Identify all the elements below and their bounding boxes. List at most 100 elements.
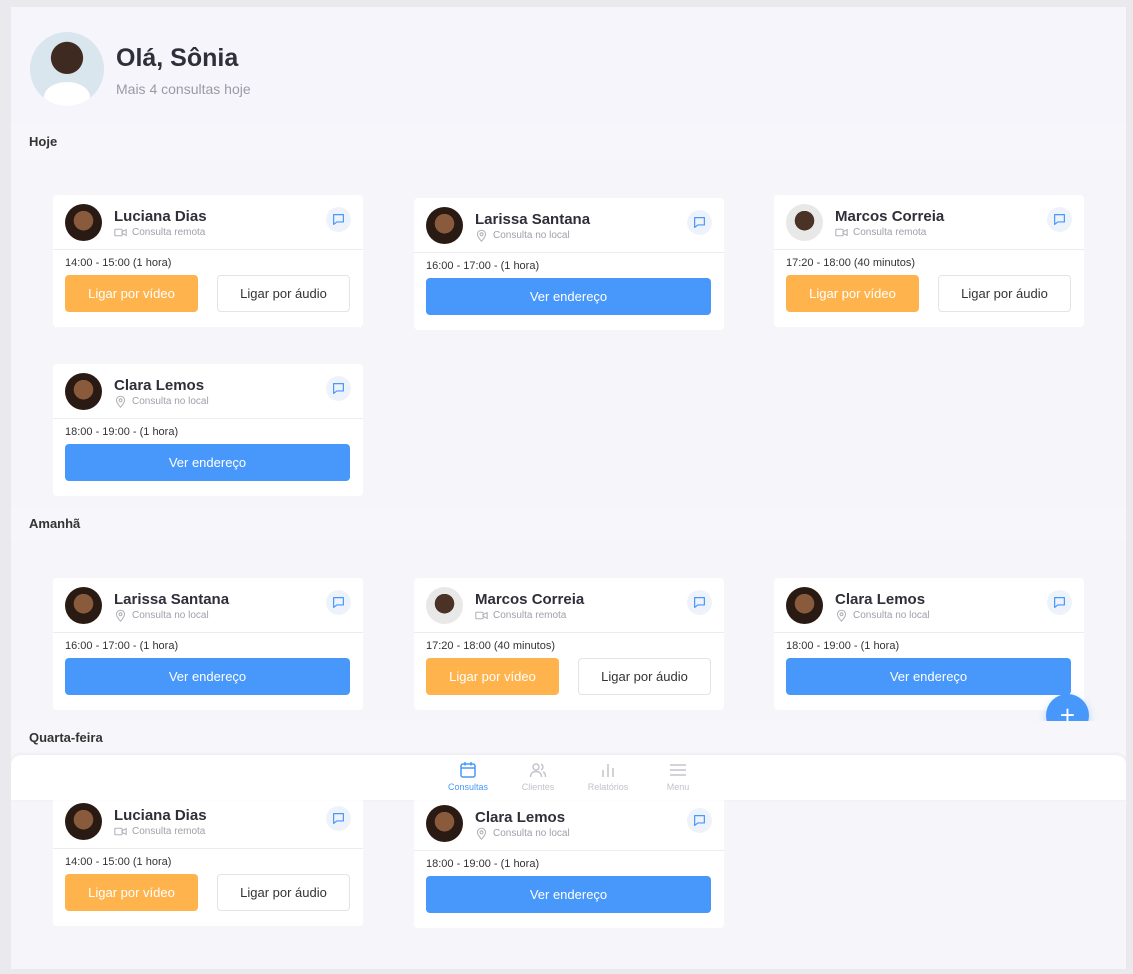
- calendar-icon: [460, 762, 476, 778]
- chat-icon: [694, 217, 705, 228]
- video-call-button[interactable]: Ligar por vídeo: [426, 658, 559, 695]
- nav-label: Clientes: [521, 782, 555, 792]
- bottom-nav: Consultas Clientes Relatórios Menu: [11, 755, 1126, 800]
- appointment-card: Luciana Dias Consulta remota 14:00 - 15:…: [53, 195, 363, 327]
- patient-avatar: [65, 587, 102, 624]
- patient-name: Clara Lemos: [114, 377, 205, 394]
- appointment-type: Consulta no local: [835, 609, 930, 622]
- section-amanha: Amanhã: [11, 507, 1126, 541]
- location-pin-icon: [476, 827, 487, 840]
- avatar[interactable]: [30, 32, 104, 106]
- chat-icon: [694, 815, 705, 826]
- patient-avatar: [786, 587, 823, 624]
- appointment-type-label: Consulta no local: [132, 396, 209, 407]
- appointment-card: Clara Lemos Consulta no local 18:00 - 19…: [414, 796, 724, 928]
- video-call-button[interactable]: Ligar por vídeo: [786, 275, 919, 312]
- nav-item-clientes[interactable]: Clientes: [503, 761, 573, 792]
- nav-label: Consultas: [447, 782, 489, 792]
- app: Olá, Sônia Mais 4 consultas hoje Hoje Lu…: [11, 7, 1126, 969]
- users-icon: [529, 763, 547, 778]
- appointment-type: Consulta remota: [835, 226, 926, 239]
- audio-call-button[interactable]: Ligar por áudio: [578, 658, 711, 695]
- chat-button[interactable]: [1047, 207, 1072, 232]
- view-address-button[interactable]: Ver endereço: [426, 876, 711, 913]
- chat-icon: [333, 597, 344, 608]
- location-pin-icon: [476, 229, 487, 242]
- patient-name: Larissa Santana: [114, 591, 230, 608]
- appointment-type: Consulta remota: [114, 226, 205, 239]
- section-hoje: Hoje: [11, 125, 1126, 159]
- appointment-type-label: Consulta no local: [853, 610, 930, 621]
- appointment-card: Marcos Correia Consulta remota 17:20 - 1…: [414, 578, 724, 710]
- video-camera-icon: [114, 228, 127, 237]
- nav-label: Menu: [666, 782, 690, 792]
- video-call-button[interactable]: Ligar por vídeo: [65, 874, 198, 911]
- patient-name: Marcos Correia: [475, 591, 585, 608]
- chat-button[interactable]: [687, 590, 712, 615]
- appointment-type-label: Consulta no local: [132, 610, 209, 621]
- patient-avatar: [426, 587, 463, 624]
- view-address-button[interactable]: Ver endereço: [426, 278, 711, 315]
- patient-name: Clara Lemos: [475, 809, 566, 826]
- appointment-type-label: Consulta remota: [132, 227, 206, 238]
- patient-avatar: [65, 204, 102, 241]
- chat-icon: [1054, 214, 1065, 225]
- chat-button[interactable]: [687, 808, 712, 833]
- appointment-type: Consulta no local: [114, 609, 209, 622]
- appointment-type: Consulta no local: [114, 395, 209, 408]
- patient-name: Larissa Santana: [475, 211, 591, 228]
- location-pin-icon: [115, 395, 126, 408]
- patient-name: Luciana Dias: [114, 807, 207, 824]
- appointment-type-label: Consulta remota: [493, 610, 567, 621]
- chat-button[interactable]: [326, 806, 351, 831]
- audio-call-button[interactable]: Ligar por áudio: [938, 275, 1071, 312]
- appointment-time: 14:00 - 15:00 (1 hora): [65, 257, 172, 269]
- appointment-card: Larissa Santana Consulta no local 16:00 …: [53, 578, 363, 710]
- menu-icon: [670, 764, 686, 776]
- nav-item-relatorios[interactable]: Relatórios: [573, 761, 643, 792]
- appointment-type: Consulta remota: [475, 609, 566, 622]
- nav-item-menu[interactable]: Menu: [643, 761, 713, 792]
- appointment-time: 18:00 - 19:00 - (1 hora): [426, 858, 540, 870]
- appointment-card: Clara Lemos Consulta no local 18:00 - 19…: [53, 364, 363, 496]
- view-address-button[interactable]: Ver endereço: [65, 658, 350, 695]
- video-camera-icon: [114, 827, 127, 836]
- video-call-button[interactable]: Ligar por vídeo: [65, 275, 198, 312]
- chat-button[interactable]: [1047, 590, 1072, 615]
- chat-button[interactable]: [687, 210, 712, 235]
- chat-icon: [333, 383, 344, 394]
- greeting: Olá, Sônia: [116, 44, 239, 72]
- nav-item-consultas[interactable]: Consultas: [433, 761, 503, 792]
- section-quarta-feira: Quarta-feira: [11, 721, 1126, 755]
- view-address-button[interactable]: Ver endereço: [786, 658, 1071, 695]
- appointment-time: 16:00 - 17:00 - (1 hora): [426, 260, 540, 272]
- patient-avatar: [426, 207, 463, 244]
- patient-name: Clara Lemos: [835, 591, 926, 608]
- patient-avatar: [65, 373, 102, 410]
- audio-call-button[interactable]: Ligar por áudio: [217, 874, 350, 911]
- chat-icon: [333, 813, 344, 824]
- chat-button[interactable]: [326, 376, 351, 401]
- appointment-card: Clara Lemos Consulta no local 18:00 - 19…: [774, 578, 1084, 710]
- chat-button[interactable]: [326, 207, 351, 232]
- header: Olá, Sônia Mais 4 consultas hoje: [11, 7, 1126, 125]
- audio-call-button[interactable]: Ligar por áudio: [217, 275, 350, 312]
- video-camera-icon: [835, 228, 848, 237]
- appointment-card: Larissa Santana Consulta no local 16:00 …: [414, 198, 724, 330]
- appointment-type-label: Consulta no local: [493, 230, 570, 241]
- appointment-card: Luciana Dias Consulta remota 14:00 - 15:…: [53, 794, 363, 926]
- appointment-time: 18:00 - 19:00 - (1 hora): [65, 426, 179, 438]
- location-pin-icon: [836, 609, 847, 622]
- patient-avatar: [786, 204, 823, 241]
- appointment-time: 17:20 - 18:00 (40 minutos): [786, 257, 916, 269]
- nav-label: Relatórios: [587, 782, 629, 792]
- video-camera-icon: [475, 611, 488, 620]
- chat-button[interactable]: [326, 590, 351, 615]
- bar-chart-icon: [602, 764, 614, 777]
- patient-avatar: [426, 805, 463, 842]
- patient-name: Luciana Dias: [114, 208, 207, 225]
- patient-avatar: [65, 803, 102, 840]
- appointment-time: 18:00 - 19:00 - (1 hora): [786, 640, 900, 652]
- appointment-card: Marcos Correia Consulta remota 17:20 - 1…: [774, 195, 1084, 327]
- view-address-button[interactable]: Ver endereço: [65, 444, 350, 481]
